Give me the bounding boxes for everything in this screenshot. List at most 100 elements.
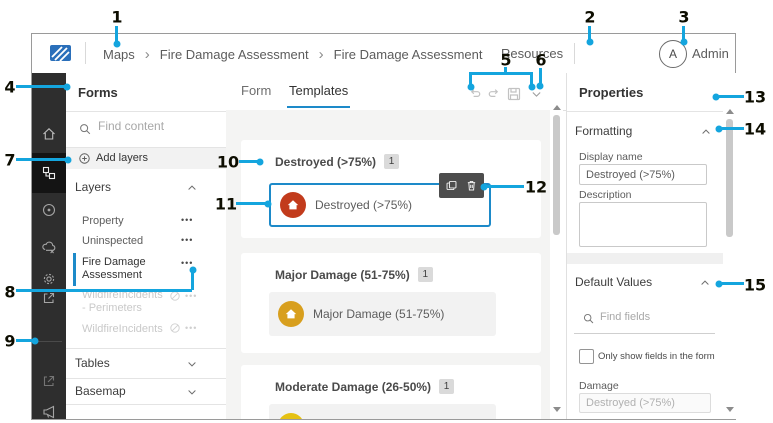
callout-number: 11 bbox=[214, 194, 238, 214]
template-count-badge: 1 bbox=[417, 267, 433, 282]
header-divider bbox=[85, 42, 86, 64]
callout-number: 1 bbox=[111, 7, 123, 27]
template-group-title: Major Damage (51-75%) bbox=[275, 267, 410, 282]
breadcrumb: Maps › Fire Damage Assessment › Fire Dam… bbox=[103, 45, 483, 63]
section-separator bbox=[567, 253, 724, 264]
chevron-down-icon[interactable] bbox=[186, 386, 198, 398]
redo-icon[interactable] bbox=[486, 87, 501, 102]
display-name-input[interactable] bbox=[579, 164, 707, 185]
layer-options-icon[interactable]: ••• bbox=[185, 323, 197, 333]
layers-section-header[interactable]: Layers bbox=[75, 180, 111, 194]
layer-row[interactable]: Uninspected ••• bbox=[66, 232, 226, 251]
callout-number: 9 bbox=[4, 331, 16, 351]
delete-icon[interactable] bbox=[465, 179, 478, 192]
callout-number: 15 bbox=[743, 275, 767, 295]
announcements-icon[interactable] bbox=[32, 395, 66, 423]
chevron-up-icon[interactable] bbox=[186, 182, 198, 194]
layer-options-icon[interactable]: ••• bbox=[181, 215, 193, 225]
only-show-fields-checkbox[interactable] bbox=[579, 349, 594, 364]
damage-field-label: Damage bbox=[579, 380, 619, 392]
home-icon[interactable] bbox=[32, 117, 66, 151]
share-icon[interactable] bbox=[32, 281, 66, 315]
description-label: Description bbox=[579, 189, 632, 201]
callout-number: 5 bbox=[500, 50, 512, 70]
add-layers-label: Add layers bbox=[96, 152, 148, 164]
layer-options-icon[interactable]: ••• bbox=[185, 291, 197, 301]
scroll-up-icon[interactable] bbox=[726, 109, 734, 114]
template-count-badge: 1 bbox=[439, 379, 455, 394]
chevron-up-icon[interactable] bbox=[699, 277, 711, 289]
add-layers-button[interactable]: Add layers bbox=[66, 148, 226, 169]
geofences-icon[interactable] bbox=[32, 193, 66, 227]
tables-section-header[interactable]: Tables bbox=[75, 356, 110, 370]
template-toolbar bbox=[439, 173, 484, 198]
layer-row-disabled[interactable]: WildfireIncidents ••• bbox=[66, 320, 226, 339]
default-values-section-header[interactable]: Default Values bbox=[575, 275, 652, 289]
template-group: Moderate Damage (26-50%) 1 bbox=[241, 365, 541, 419]
scrollbar-thumb[interactable] bbox=[726, 119, 733, 237]
display-name-label: Display name bbox=[579, 151, 643, 163]
breadcrumb-layer-name: Fire Damage Assessment bbox=[333, 47, 483, 62]
scroll-down-icon[interactable] bbox=[553, 407, 561, 412]
template-group-title: Destroyed (>75%) bbox=[275, 154, 377, 169]
callout-number: 7 bbox=[4, 150, 16, 170]
description-textarea[interactable] bbox=[579, 202, 707, 247]
properties-scrollbar[interactable] bbox=[723, 101, 736, 419]
forms-panel-title: Forms bbox=[78, 85, 118, 100]
scrollbar-thumb[interactable] bbox=[553, 115, 560, 235]
active-tab-underline bbox=[287, 106, 350, 108]
destroyed-symbol-icon bbox=[280, 192, 306, 218]
layer-name: Uninspected bbox=[82, 235, 144, 247]
tab-bar: Form Templates bbox=[226, 73, 566, 111]
main-scrollbar[interactable] bbox=[550, 99, 563, 419]
find-fields-input[interactable] bbox=[600, 311, 700, 323]
chevron-down-icon[interactable] bbox=[186, 358, 198, 370]
template-count-badge: 1 bbox=[384, 154, 400, 169]
duplicate-icon[interactable] bbox=[445, 179, 458, 192]
template-group-title: Moderate Damage (26-50%) bbox=[275, 379, 432, 394]
chevron-right-icon: › bbox=[318, 45, 324, 63]
template-card[interactable] bbox=[269, 404, 496, 419]
formatting-section-header[interactable]: Formatting bbox=[575, 124, 632, 138]
chevron-right-icon: › bbox=[144, 45, 150, 63]
tab-form[interactable]: Form bbox=[241, 83, 271, 98]
basemap-section-header[interactable]: Basemap bbox=[75, 384, 126, 398]
search-icon bbox=[582, 312, 595, 325]
offline-icon[interactable] bbox=[32, 230, 66, 264]
plus-circle-icon bbox=[78, 152, 91, 165]
header-divider bbox=[574, 43, 575, 64]
layer-name: WildfireIncidents - Perimeters bbox=[82, 289, 163, 314]
layer-row[interactable]: Property ••• bbox=[66, 212, 226, 231]
app-header: Maps › Fire Damage Assessment › Fire Dam… bbox=[32, 34, 735, 74]
search-icon bbox=[78, 122, 92, 136]
callout-number: 3 bbox=[678, 7, 690, 27]
template-group: Destroyed (>75%) 1 Destroyed (>75%) bbox=[241, 140, 541, 238]
launch-icon[interactable] bbox=[32, 364, 66, 398]
save-icon[interactable] bbox=[506, 86, 522, 102]
callout-number: 13 bbox=[743, 87, 767, 107]
breadcrumb-maps[interactable]: Maps bbox=[103, 47, 135, 62]
template-group: Major Damage (51-75%) 1 Major Damage (51… bbox=[241, 253, 541, 353]
scroll-up-icon[interactable] bbox=[553, 105, 561, 110]
annotated-screenshot: Maps › Fire Damage Assessment › Fire Dam… bbox=[0, 0, 773, 423]
find-content-input[interactable] bbox=[98, 119, 208, 133]
callout-number: 2 bbox=[584, 7, 596, 27]
callout-number: 14 bbox=[743, 119, 767, 139]
layer-name: Fire Damage Assessment bbox=[82, 256, 146, 281]
layer-row-selected[interactable]: Fire Damage Assessment ••• bbox=[66, 253, 226, 286]
tab-templates[interactable]: Templates bbox=[289, 83, 348, 98]
breadcrumb-map-name[interactable]: Fire Damage Assessment bbox=[160, 47, 309, 62]
selection-bar bbox=[73, 253, 76, 286]
properties-panel: Properties Formatting Display name Descr… bbox=[566, 73, 736, 419]
moderate-damage-symbol-icon bbox=[278, 413, 304, 419]
user-menu[interactable]: Admin bbox=[692, 46, 729, 61]
major-damage-symbol-icon bbox=[278, 301, 304, 327]
scroll-down-icon[interactable] bbox=[726, 407, 734, 412]
nav-rail: » bbox=[32, 73, 66, 419]
damage-field-input bbox=[579, 393, 711, 413]
layer-options-icon[interactable]: ••• bbox=[181, 235, 193, 245]
template-card[interactable]: Major Damage (51-75%) bbox=[269, 292, 496, 336]
layer-name: Property bbox=[82, 215, 124, 227]
esri-logo bbox=[49, 43, 73, 63]
chevron-up-icon[interactable] bbox=[700, 126, 712, 138]
